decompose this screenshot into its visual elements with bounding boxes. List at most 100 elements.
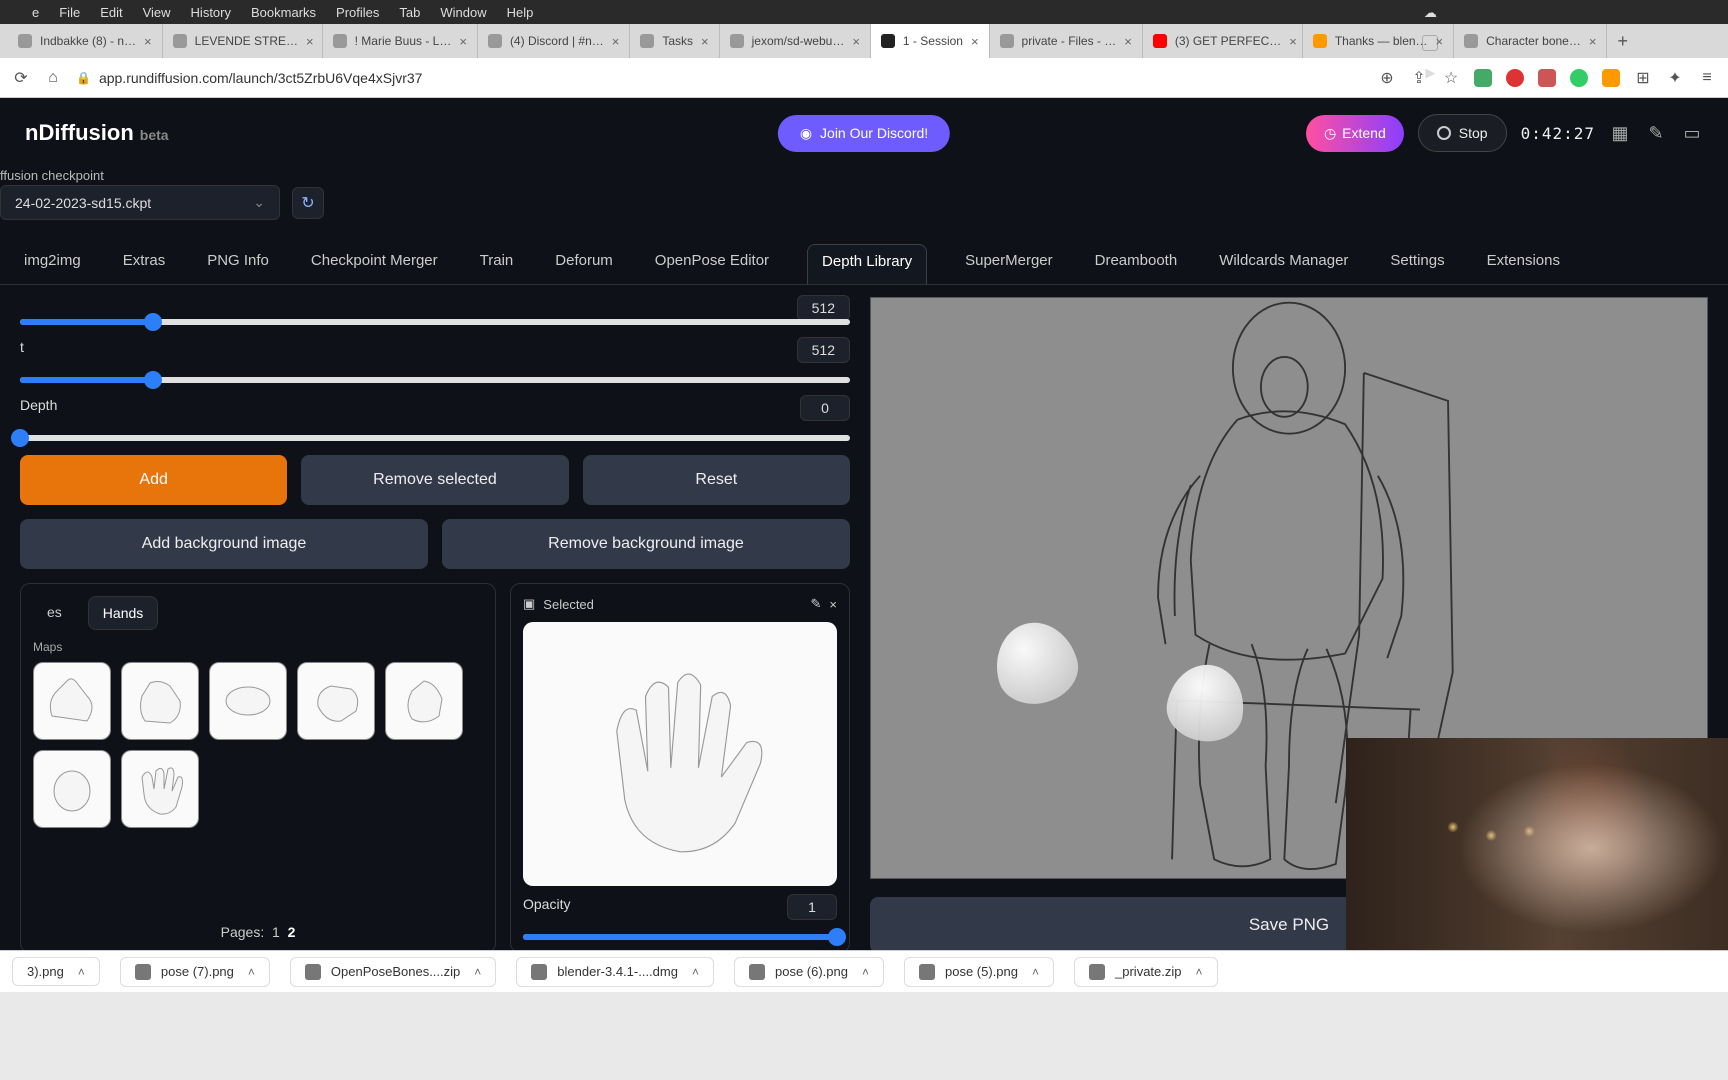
- gallery-icon[interactable]: ▦: [1609, 122, 1631, 144]
- hand-thumbnail[interactable]: [33, 662, 111, 740]
- puzzle-icon[interactable]: ✦: [1666, 69, 1684, 87]
- chevron-up-icon[interactable]: ˄: [78, 965, 85, 979]
- browser-tab[interactable]: (3) GET PERFEC…×: [1143, 24, 1303, 58]
- share-icon[interactable]: ⇪: [1410, 69, 1428, 87]
- close-icon[interactable]: ×: [829, 597, 837, 612]
- zoom-icon[interactable]: ⊕: [1378, 69, 1396, 87]
- chevron-up-icon[interactable]: ˄: [1196, 965, 1203, 979]
- height-value[interactable]: 512: [797, 337, 850, 363]
- add-button[interactable]: Add: [20, 455, 287, 505]
- refresh-button[interactable]: ↻: [292, 187, 324, 219]
- close-icon[interactable]: ×: [852, 34, 860, 49]
- menu-item[interactable]: Window: [440, 5, 486, 20]
- opacity-slider[interactable]: Opacity 1: [523, 896, 837, 940]
- tab-deforum[interactable]: Deforum: [551, 244, 617, 284]
- extensions-icon[interactable]: ⊞: [1634, 69, 1652, 87]
- tab-extensions[interactable]: Extensions: [1483, 244, 1564, 284]
- extension-icon[interactable]: [1570, 69, 1588, 87]
- add-bg-button[interactable]: Add background image: [20, 519, 428, 569]
- address-bar[interactable]: 🔒 app.rundiffusion.com/launch/3ct5ZrbU6V…: [76, 70, 1364, 86]
- extension-icon[interactable]: [1538, 69, 1556, 87]
- extension-icon[interactable]: [1474, 69, 1492, 87]
- edit-icon[interactable]: ✎: [811, 596, 822, 612]
- page-current[interactable]: 2: [288, 924, 296, 940]
- menu-item[interactable]: Bookmarks: [251, 5, 316, 20]
- close-icon[interactable]: ×: [701, 34, 709, 49]
- hand-thumbnail[interactable]: [121, 662, 199, 740]
- edit-icon[interactable]: ✎: [1645, 122, 1667, 144]
- opacity-value[interactable]: 1: [787, 894, 837, 920]
- menu-item[interactable]: File: [59, 5, 80, 20]
- menu-item[interactable]: View: [143, 5, 171, 20]
- browser-tab[interactable]: Tasks×: [630, 24, 719, 58]
- tab-dreambooth[interactable]: Dreambooth: [1091, 244, 1182, 284]
- reload-icon[interactable]: ⟳: [12, 69, 30, 87]
- close-icon[interactable]: ×: [1436, 34, 1444, 49]
- stop-button[interactable]: Stop: [1418, 114, 1507, 152]
- chevron-up-icon[interactable]: ˄: [862, 965, 869, 979]
- chevron-up-icon[interactable]: ˄: [1032, 965, 1039, 979]
- download-item[interactable]: 3).png˄: [12, 957, 100, 986]
- close-icon[interactable]: ×: [144, 34, 152, 49]
- download-item[interactable]: OpenPoseBones....zip˄: [290, 957, 496, 987]
- download-item[interactable]: _private.zip˄: [1074, 957, 1218, 987]
- tab-pnginfo[interactable]: PNG Info: [203, 244, 273, 284]
- close-icon[interactable]: ×: [1589, 34, 1597, 49]
- browser-tab[interactable]: private - Files - …×: [990, 24, 1143, 58]
- browser-tab-active[interactable]: 1 - Session×: [871, 24, 990, 58]
- hand-thumbnail[interactable]: [209, 662, 287, 740]
- tab-supermerger[interactable]: SuperMerger: [961, 244, 1057, 284]
- status-icon[interactable]: ☁: [1422, 5, 1438, 21]
- browser-tab[interactable]: ! Marie Buus - L…×: [323, 24, 478, 58]
- remove-selected-button[interactable]: Remove selected: [301, 455, 568, 505]
- download-item[interactable]: pose (5).png˄: [904, 957, 1054, 987]
- close-icon[interactable]: ×: [1124, 34, 1132, 49]
- chevron-up-icon[interactable]: ˄: [248, 965, 255, 979]
- hand-thumbnail[interactable]: [33, 750, 111, 828]
- tab-depth-library[interactable]: Depth Library: [807, 244, 927, 284]
- discord-button[interactable]: ◉ Join Our Discord!: [778, 115, 950, 152]
- browser-tab[interactable]: Character bone…×: [1454, 24, 1607, 58]
- menu-item[interactable]: e: [32, 5, 39, 20]
- chevron-up-icon[interactable]: ˄: [692, 965, 699, 979]
- depth-value[interactable]: 0: [800, 395, 850, 421]
- star-icon[interactable]: ☆: [1442, 69, 1460, 87]
- depth-slider[interactable]: Depth 0: [20, 397, 850, 441]
- menu-item[interactable]: Profiles: [336, 5, 379, 20]
- tab-openpose[interactable]: OpenPose Editor: [651, 244, 773, 284]
- menu-item[interactable]: Tab: [399, 5, 420, 20]
- home-icon[interactable]: ⌂: [44, 69, 62, 87]
- library-tab[interactable]: es: [33, 596, 76, 630]
- hand-thumbnail[interactable]: [385, 662, 463, 740]
- tab-checkpoint-merger[interactable]: Checkpoint Merger: [307, 244, 442, 284]
- extend-button[interactable]: ◷ Extend: [1306, 115, 1404, 152]
- browser-tab[interactable]: jexom/sd-webu…×: [720, 24, 871, 58]
- extension-icon[interactable]: [1506, 69, 1524, 87]
- menu-item[interactable]: History: [191, 5, 231, 20]
- chevron-up-icon[interactable]: ˄: [474, 965, 481, 979]
- close-icon[interactable]: ×: [306, 34, 314, 49]
- hand-thumbnail[interactable]: [297, 662, 375, 740]
- tab-settings[interactable]: Settings: [1386, 244, 1448, 284]
- menu-item[interactable]: Help: [507, 5, 534, 20]
- close-icon[interactable]: ×: [459, 34, 467, 49]
- download-item[interactable]: blender-3.4.1-....dmg˄: [516, 957, 714, 987]
- expand-icon[interactable]: ▭: [1681, 122, 1703, 144]
- extension-icon[interactable]: [1602, 69, 1620, 87]
- tab-wildcards[interactable]: Wildcards Manager: [1215, 244, 1352, 284]
- height-slider[interactable]: t 512: [20, 339, 850, 383]
- tab-train[interactable]: Train: [476, 244, 518, 284]
- tab-extras[interactable]: Extras: [119, 244, 170, 284]
- browser-tab[interactable]: LEVENDE STRE…×: [163, 24, 323, 58]
- library-tab-hands[interactable]: Hands: [88, 596, 158, 630]
- menu-icon[interactable]: ≡: [1698, 69, 1716, 87]
- browser-tab[interactable]: (4) Discord | #n…×: [478, 24, 630, 58]
- download-item[interactable]: pose (6).png˄: [734, 957, 884, 987]
- download-item[interactable]: pose (7).png˄: [120, 957, 270, 987]
- close-icon[interactable]: ×: [612, 34, 620, 49]
- tab-img2img[interactable]: img2img: [20, 244, 85, 284]
- browser-tab[interactable]: Indbakke (8) - n…×: [8, 24, 163, 58]
- reset-button[interactable]: Reset: [583, 455, 850, 505]
- width-value[interactable]: 512: [797, 295, 850, 321]
- width-slider[interactable]: 512: [20, 297, 850, 325]
